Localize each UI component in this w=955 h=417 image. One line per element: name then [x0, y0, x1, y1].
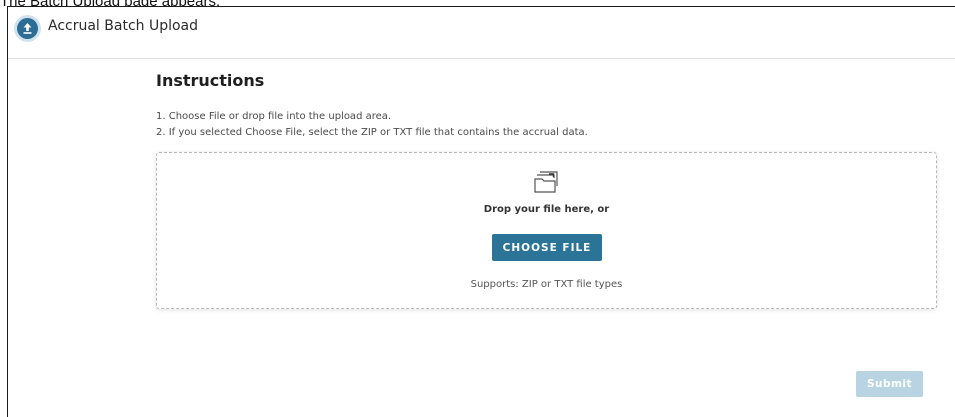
- folder-icon: [533, 169, 561, 195]
- supported-file-types: Supports: ZIP or TXT file types: [470, 279, 623, 290]
- file-drop-zone[interactable]: Drop your file here, or CHOOSE FILE Supp…: [156, 152, 937, 309]
- instruction-step: 1. Choose File or drop file into the upl…: [156, 111, 392, 122]
- upload-icon: [17, 18, 38, 39]
- submit-button[interactable]: Submit: [856, 371, 923, 397]
- drop-instruction: Drop your file here, or: [483, 204, 610, 215]
- instruction-step: 2. If you selected Choose File, select t…: [156, 127, 588, 138]
- page-header: Accrual Batch Upload: [8, 7, 955, 59]
- batch-upload-page: Accrual Batch Upload Instructions 1. Cho…: [7, 6, 955, 417]
- page-title: Accrual Batch Upload: [48, 18, 199, 34]
- instructions-heading: Instructions: [156, 71, 265, 90]
- choose-file-button[interactable]: CHOOSE FILE: [492, 234, 602, 261]
